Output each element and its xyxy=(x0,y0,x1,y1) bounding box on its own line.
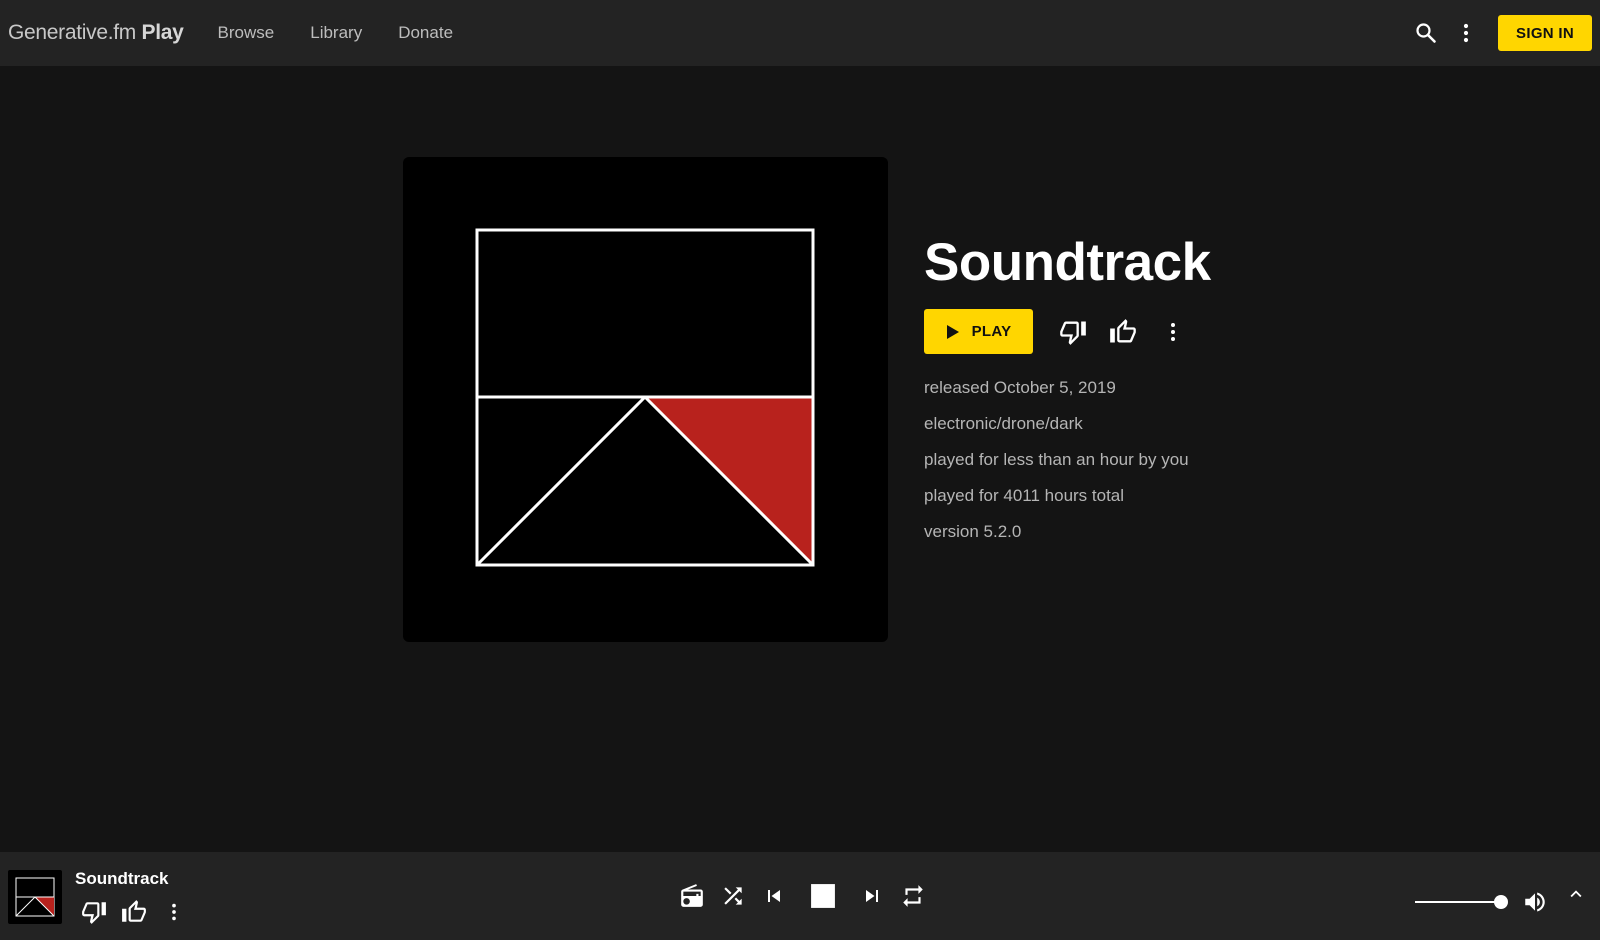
more-vert-icon xyxy=(172,903,176,921)
artwork-graphic xyxy=(475,228,815,567)
now-playing-actions xyxy=(74,894,194,930)
brand-logo[interactable]: Generative.fm Play xyxy=(8,21,184,45)
top-app-bar: Generative.fm Play Browse Library Donate… xyxy=(0,0,1600,66)
player-more-button[interactable] xyxy=(154,894,194,930)
radio-button[interactable] xyxy=(672,874,712,918)
now-playing-artwork[interactable] xyxy=(8,870,62,924)
previous-button[interactable] xyxy=(754,874,794,918)
nav-donate[interactable]: Donate xyxy=(398,23,453,43)
radio-icon xyxy=(681,884,703,907)
volume-control xyxy=(1415,882,1555,922)
stop-icon xyxy=(811,884,835,908)
piece-version: version 5.2.0 xyxy=(924,522,1022,541)
thumb-up-icon xyxy=(1110,318,1136,342)
stop-button[interactable] xyxy=(795,874,851,918)
mute-button[interactable] xyxy=(1515,882,1555,922)
playback-bar: Soundtrack xyxy=(0,852,1600,940)
shuffle-button[interactable] xyxy=(713,874,753,918)
search-icon xyxy=(1416,23,1436,43)
topbar-actions: SIGN IN xyxy=(1406,0,1592,66)
total-play-time: played for 4011 hours total xyxy=(924,486,1125,505)
piece-title: Soundtrack xyxy=(924,233,1211,292)
volume-up-icon xyxy=(1525,892,1545,912)
piece-more-button[interactable] xyxy=(1153,312,1193,352)
player-like-button[interactable] xyxy=(114,894,154,930)
play-button-label: PLAY xyxy=(971,323,1012,340)
more-options-button[interactable] xyxy=(1446,13,1486,53)
piece-tags: electronic/drone/dark xyxy=(924,414,1083,433)
brand-suffix: Play xyxy=(141,21,184,44)
repeat-button[interactable] xyxy=(893,874,933,918)
player-dislike-button[interactable] xyxy=(74,894,114,930)
dislike-button[interactable] xyxy=(1053,312,1093,352)
now-playing-title[interactable]: Soundtrack xyxy=(75,869,169,889)
thumb-down-icon xyxy=(82,902,106,924)
nav-browse[interactable]: Browse xyxy=(218,23,275,43)
piece-info: Soundtrack PLAY released October 5, 2019… xyxy=(924,236,1211,550)
chevron-up-icon xyxy=(1570,890,1582,898)
sign-in-button[interactable]: SIGN IN xyxy=(1498,15,1592,51)
thumb-up-icon xyxy=(122,900,146,922)
nav-library[interactable]: Library xyxy=(310,23,362,43)
skip-previous-icon xyxy=(768,890,780,902)
user-play-time: played for less than an hour by you xyxy=(924,450,1189,469)
like-button[interactable] xyxy=(1103,312,1143,352)
main-content: Soundtrack PLAY released October 5, 2019… xyxy=(0,66,1600,852)
playback-controls xyxy=(672,874,934,918)
next-button[interactable] xyxy=(852,874,892,918)
volume-slider-thumb[interactable] xyxy=(1494,895,1509,909)
thumb-down-icon xyxy=(1060,321,1086,345)
expand-player-button[interactable] xyxy=(1556,874,1596,914)
play-icon xyxy=(946,324,959,339)
repeat-icon xyxy=(903,885,923,907)
piece-actions: PLAY xyxy=(924,309,1211,354)
piece-metadata: released October 5, 2019 electronic/dron… xyxy=(924,370,1211,550)
piece-artwork xyxy=(403,157,888,642)
release-date: released October 5, 2019 xyxy=(924,378,1116,397)
shuffle-icon xyxy=(724,887,742,905)
search-button[interactable] xyxy=(1406,13,1446,53)
play-button[interactable]: PLAY xyxy=(924,309,1033,354)
more-vert-icon xyxy=(1171,322,1175,341)
artwork-thumbnail xyxy=(15,877,55,917)
more-vert-icon xyxy=(1463,23,1469,43)
skip-next-icon xyxy=(866,890,878,902)
volume-slider[interactable] xyxy=(1415,895,1509,909)
brand-name: Generative.fm xyxy=(8,21,136,44)
